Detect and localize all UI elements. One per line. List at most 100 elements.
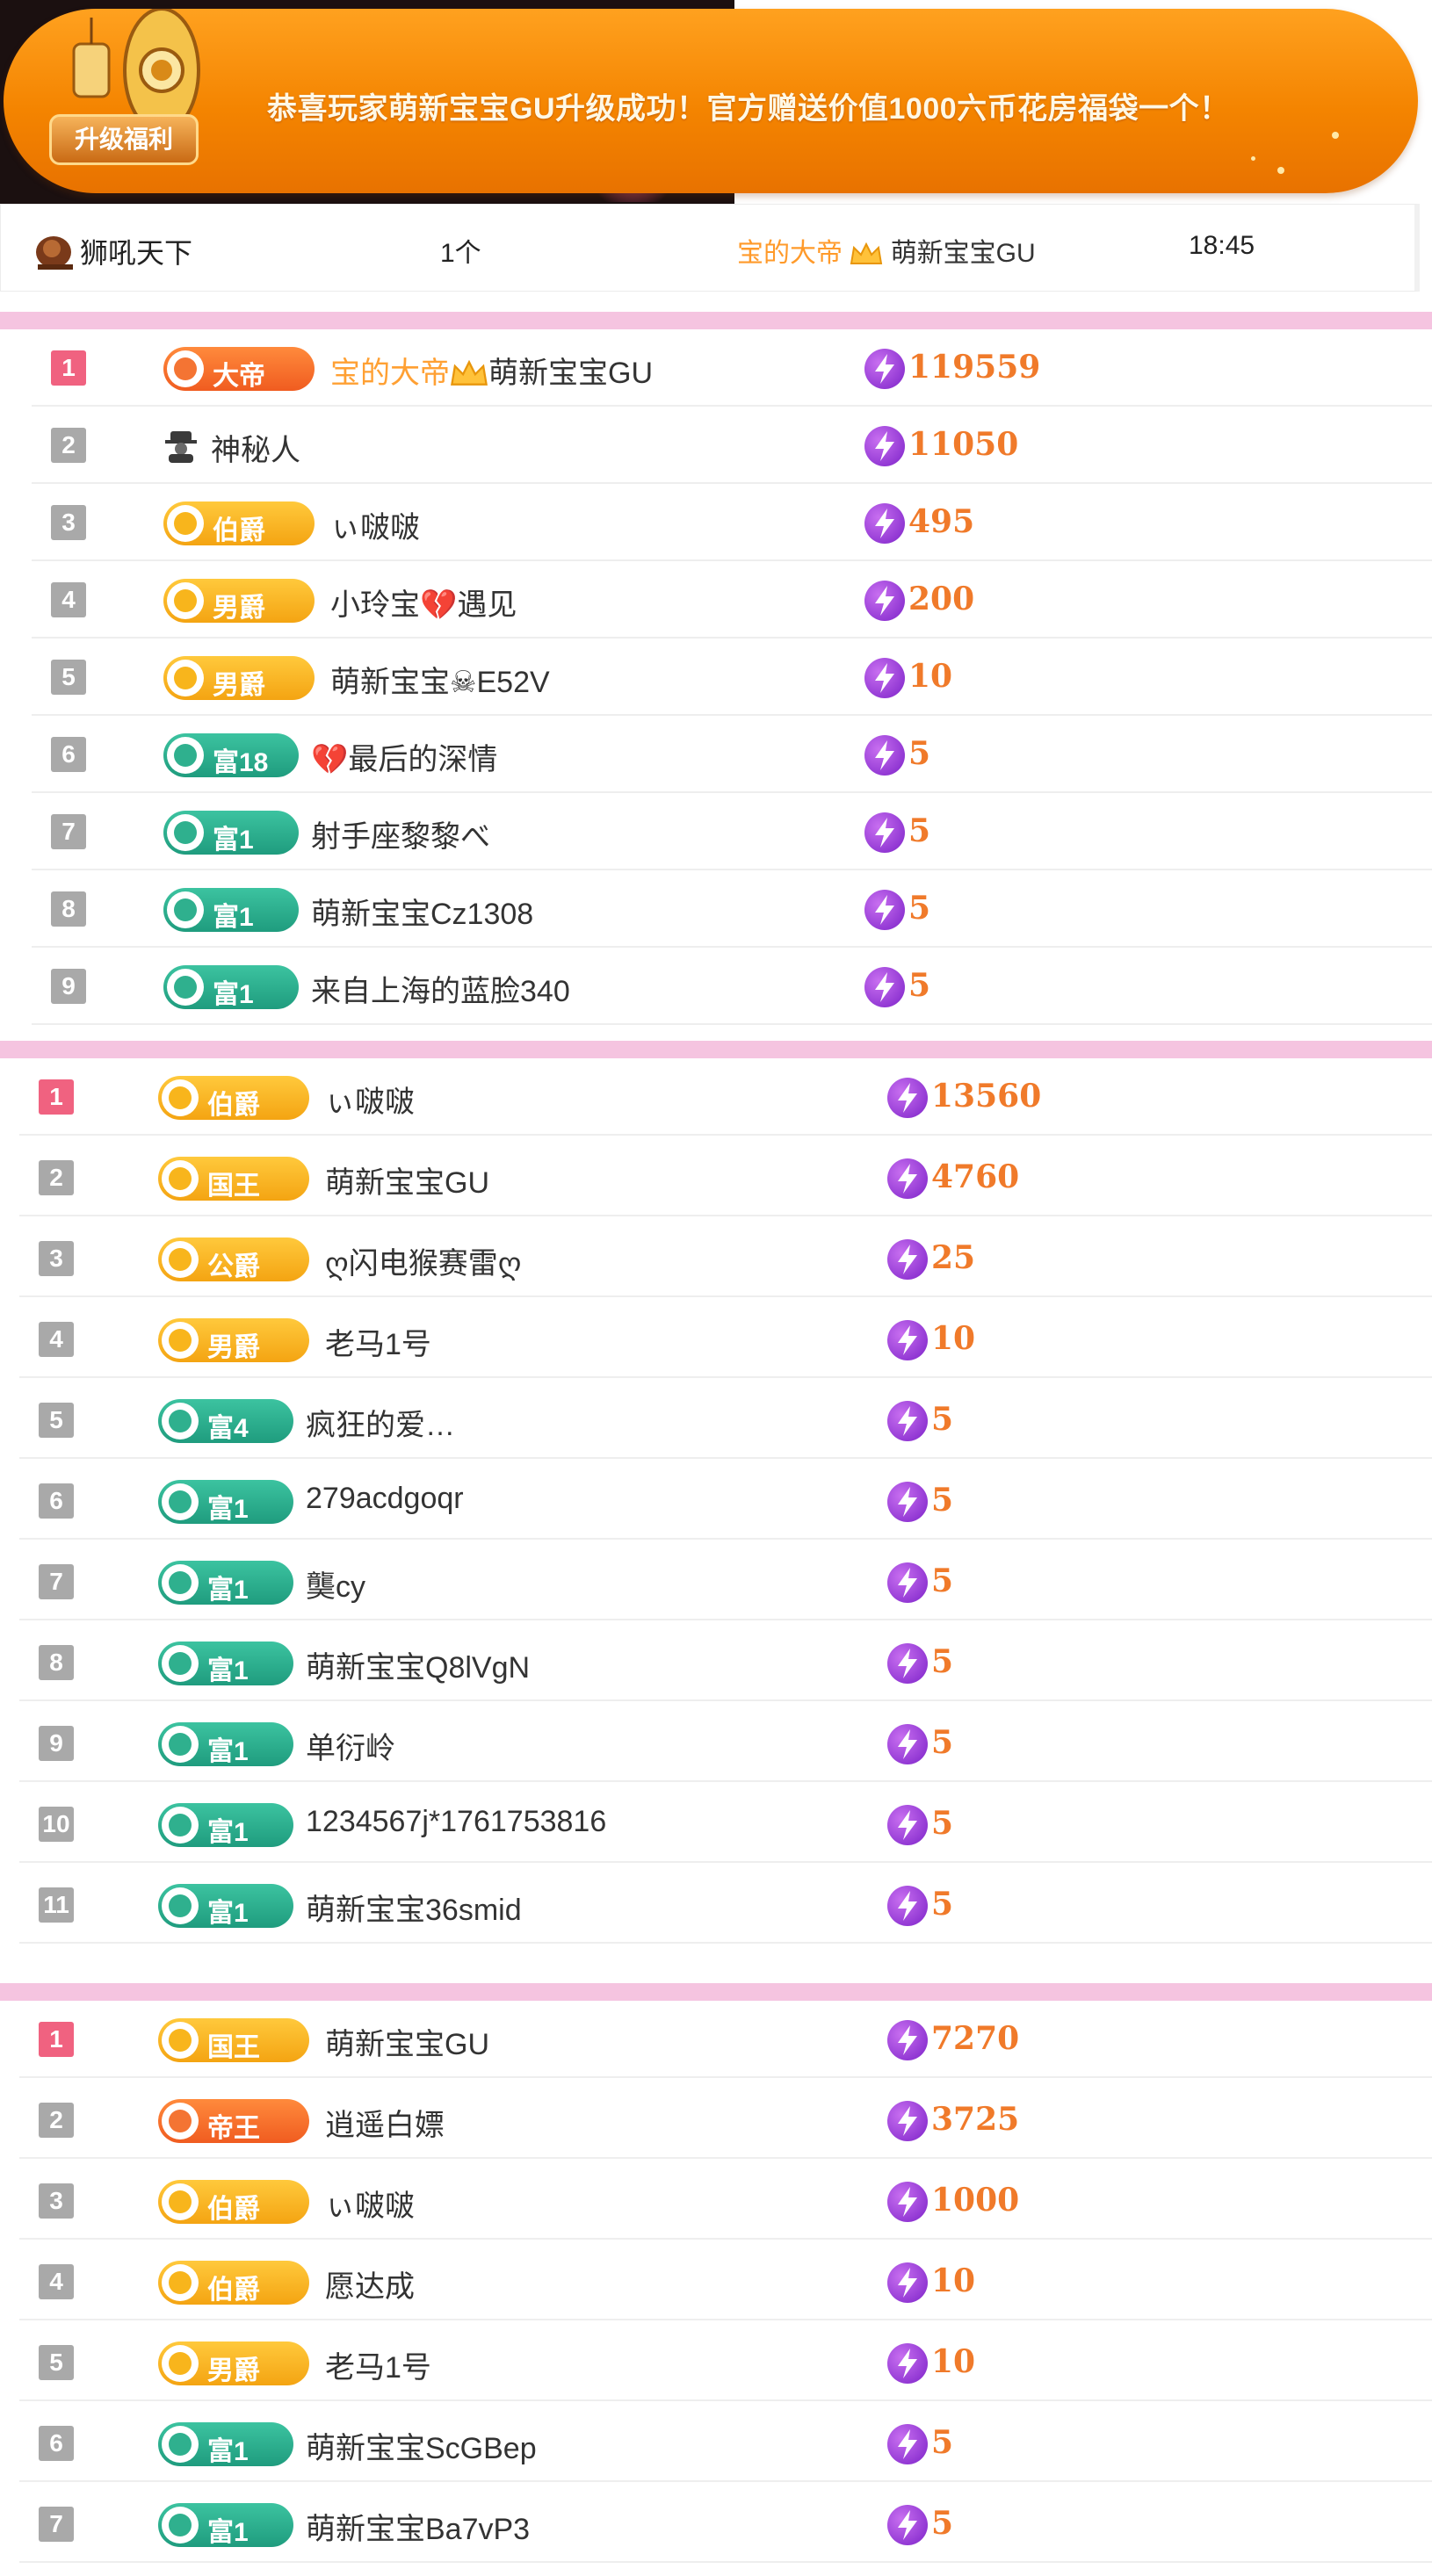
lightning-currency-icon (864, 349, 905, 389)
lightning-currency-icon (887, 1320, 928, 1360)
level-badge-label: 大帝 (213, 362, 265, 391)
lightning-currency-icon (887, 1078, 928, 1118)
score-value: 4760 (931, 1158, 1020, 1195)
ranking-row[interactable]: 6 富1 萌新宝宝ScGBep 5 (19, 2405, 1432, 2482)
ranking-row[interactable]: 5 富4 疯狂的爱… 5 (19, 1382, 1432, 1459)
level-badge-label: 富1 (207, 1495, 249, 1524)
level-medal-icon (167, 350, 204, 387)
level-badge-label: 富1 (207, 2437, 249, 2466)
lightning-currency-icon (887, 1643, 928, 1684)
ranking-row[interactable]: 9 富1 单衍岭 5 (19, 1705, 1432, 1782)
level-badge: 伯爵 (158, 1076, 309, 1120)
username: 萌新宝宝Ba7vP3 (306, 2505, 530, 2548)
level-medal-icon (162, 2345, 199, 2382)
username: 射手座黎黎べ (311, 812, 490, 855)
level-medal-icon (162, 1483, 199, 1520)
username-text: 小玲宝💔遇见 (330, 588, 517, 622)
ranking-row[interactable]: 4 男爵 老马1号 10 (19, 1301, 1432, 1378)
ranking-row[interactable]: 9 富1 来自上海的蓝脸340 5 (32, 948, 1432, 1025)
username-text: 老马1号 (325, 1328, 431, 1361)
level-badge: 国王 (158, 2018, 309, 2062)
username-text: ぃ啵啵 (325, 1086, 415, 1119)
receiver-title: 宝的大帝 (737, 239, 843, 268)
upgrade-notification-banner[interactable]: 升级福利 恭喜玩家萌新宝宝GU升级成功！官方赠送价值1000六币花房福袋一个！ (4, 9, 1418, 193)
ranking-row[interactable]: 3 伯爵 ぃ啵啵 1000 (19, 2162, 1432, 2240)
ranking-row[interactable]: 7 富1 射手座黎黎べ 5 (32, 793, 1432, 870)
ranking-row[interactable]: 1 伯爵 ぃ啵啵 13560 (19, 1058, 1432, 1136)
level-badge-label: 富1 (213, 903, 254, 932)
section-separator (0, 312, 1432, 329)
lightning-currency-icon (864, 426, 905, 466)
rank-number: 2 (51, 428, 86, 463)
level-badge-label: 富1 (207, 1656, 249, 1685)
username: 龑cy (306, 1562, 365, 1605)
score-value: 10 (931, 2343, 976, 2380)
level-medal-icon (162, 1564, 199, 1601)
username-text: 279acdgoqr (306, 1482, 464, 1515)
level-badge: 伯爵 (163, 501, 315, 545)
username: 萌新宝宝Q8lVgN (306, 1643, 530, 1686)
username-text: 萌新宝宝36smid (306, 1894, 522, 1927)
score-value: 1000 (931, 2182, 1020, 2219)
ranking-row[interactable]: 6 富1 279acdgoqr 5 (19, 1462, 1432, 1540)
rank-number: 5 (39, 2345, 74, 2380)
ranking-row[interactable]: 2 国王 萌新宝宝GU 4760 (19, 1139, 1432, 1216)
ranking-row[interactable]: 3 公爵 ღ闪电猴赛雷ღ 25 (19, 1220, 1432, 1297)
lightning-currency-icon (887, 1239, 928, 1280)
rank-number: 2 (39, 1160, 74, 1195)
rank-number: 1 (39, 1079, 74, 1115)
ranking-row[interactable]: 6 富18 💔最后的深情 5 (32, 716, 1432, 793)
username-text: 萌新宝宝ScGBep (306, 2432, 537, 2465)
ranking-row[interactable]: 5 男爵 老马1号 10 (19, 2324, 1432, 2401)
level-badge-label: 帝王 (207, 2114, 260, 2143)
ranking-row[interactable]: 11 富1 萌新宝宝36smid 5 (19, 1866, 1432, 1944)
level-badge: 富1 (158, 1884, 293, 1928)
lightning-currency-icon (887, 2424, 928, 2464)
ranking-row[interactable]: 8 富1 萌新宝宝Q8lVgN 5 (19, 1624, 1432, 1701)
ranking-row[interactable]: 7 富1 萌新宝宝Ba7vP3 5 (19, 2486, 1432, 2563)
score-value: 13560 (931, 1078, 1042, 1115)
ranking-row[interactable]: 2 帝王 逍遥白嫖 3725 (19, 2082, 1432, 2159)
level-medal-icon (162, 2264, 199, 2301)
rank-number: 6 (51, 737, 86, 772)
rank-number: 11 (39, 1887, 74, 1923)
ranking-row[interactable]: 2 神秘人 11050 (32, 407, 1432, 484)
lightning-currency-icon (887, 1401, 928, 1441)
ranking-row[interactable]: 7 富1 龑cy 5 (19, 1543, 1432, 1620)
ranking-row[interactable]: 4 伯爵 愿达成 10 (19, 2243, 1432, 2320)
lightning-currency-icon (887, 2020, 928, 2060)
ranking-row[interactable]: 3 伯爵 ぃ啵啵 495 (32, 484, 1432, 561)
ranking-row[interactable]: 1 大帝 宝的大帝 萌新宝宝GU 119559 (32, 329, 1432, 407)
level-badge-label: 男爵 (207, 1333, 260, 1362)
rank-number: 7 (39, 1564, 74, 1599)
username-text: 萌新宝宝Cz1308 (311, 898, 534, 931)
score-value: 5 (931, 1562, 954, 1599)
ranking-row[interactable]: 8 富1 萌新宝宝Cz1308 5 (32, 870, 1432, 948)
sender-name: 狮吼天下 (80, 237, 193, 269)
level-badge-label: 富1 (213, 826, 254, 855)
ranking-list-1: 1 大帝 宝的大帝 萌新宝宝GU 119559 2 神秘人 11050 3 伯爵 ぃ啵啵 495 4 男爵… (0, 329, 1432, 1041)
username: 小玲宝💔遇见 (330, 581, 517, 624)
score-value: 10 (931, 1320, 976, 1357)
username-text: 神秘人 (211, 434, 300, 467)
rank-number: 7 (51, 814, 86, 849)
level-badge-label: 富1 (207, 1899, 249, 1928)
username-text: ぃ啵啵 (325, 2190, 415, 2223)
level-badge-label: 伯爵 (207, 1091, 260, 1120)
rank-number: 4 (39, 1322, 74, 1357)
level-badge: 富1 (158, 2422, 293, 2466)
level-medal-icon (162, 1079, 199, 1116)
ranking-row[interactable]: 5 男爵 萌新宝宝☠E52V 10 (32, 639, 1432, 716)
ranking-row[interactable]: 4 男爵 小玲宝💔遇见 200 (32, 561, 1432, 639)
ranking-row[interactable]: 1 国王 萌新宝宝GU 7270 (19, 2001, 1432, 2078)
level-badge: 男爵 (158, 2341, 309, 2385)
level-medal-icon (162, 1726, 199, 1763)
level-badge: 富1 (158, 1642, 293, 1685)
score-value: 5 (908, 812, 931, 849)
crown-icon (451, 359, 488, 386)
ranking-row[interactable]: 10 富1 1234567j*1761753816 5 (19, 1786, 1432, 1863)
score-value: 5 (931, 1886, 954, 1923)
username-text: ღ闪电猴赛雷ღ (325, 1247, 522, 1281)
username: 萌新宝宝Cz1308 (311, 890, 533, 933)
level-medal-icon (167, 505, 204, 542)
